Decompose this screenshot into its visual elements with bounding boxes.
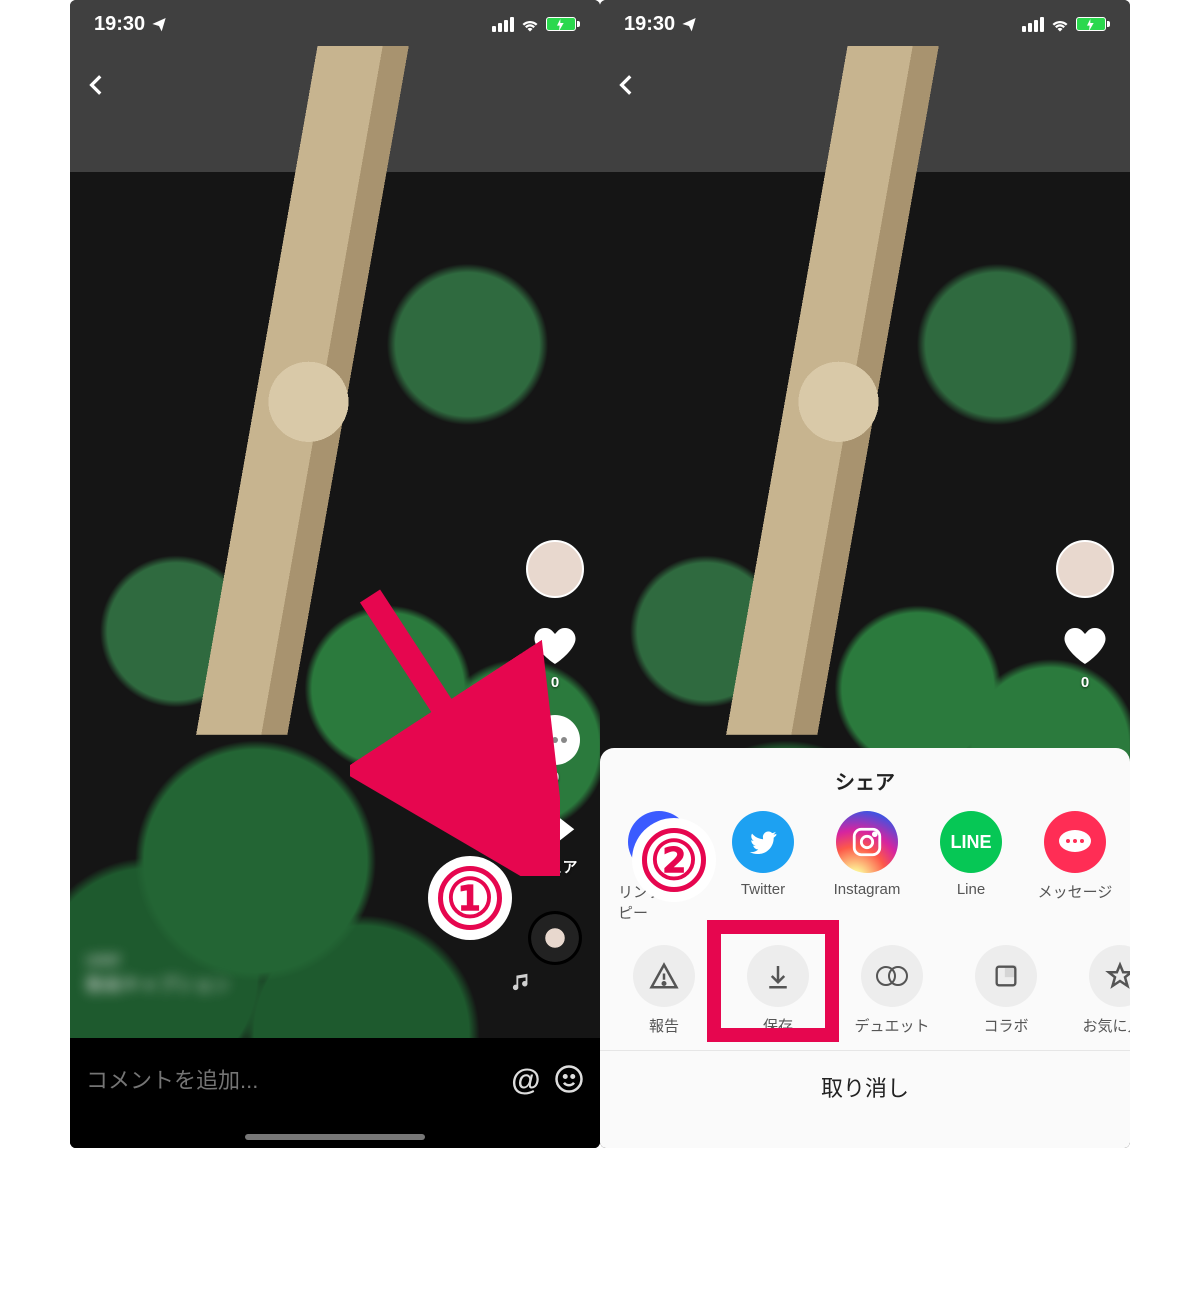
cellular-icon (492, 17, 514, 32)
status-bar: 19:30 (70, 0, 600, 48)
video-caption: user 動画キャプション (86, 946, 470, 998)
share-target-label: Instagram (834, 881, 901, 898)
share-sheet: シェア リンクをコピーTwitterInstagramLINELineメッセージ… (600, 748, 1130, 1148)
share-target-msg[interactable]: メッセージ (1034, 811, 1116, 923)
status-time: 19:30 (94, 13, 145, 36)
wifi-icon (520, 16, 540, 32)
share-action-report[interactable]: 報告 (618, 945, 710, 1036)
location-icon (681, 16, 697, 32)
screen-video-view: 19:30 0 0 シェア (70, 0, 600, 1148)
creator-avatar[interactable] (1056, 540, 1114, 598)
share-sheet-title: シェア (600, 748, 1130, 805)
wifi-icon (1050, 16, 1070, 32)
music-note-icon (510, 971, 532, 998)
share-action-favorite[interactable]: お気に入り (1074, 945, 1130, 1036)
like-button[interactable]: 0 (1061, 622, 1109, 691)
like-count: 0 (1081, 674, 1089, 691)
line-icon: LINE (940, 811, 1002, 873)
share-action-collab[interactable]: コラボ (960, 945, 1052, 1036)
instagram-icon (836, 811, 898, 873)
battery-charging-icon (1076, 17, 1106, 31)
share-action-label: 報告 (649, 1015, 679, 1036)
battery-charging-icon (546, 17, 576, 31)
status-bar: 19:30 (600, 0, 1130, 48)
share-actions-row: 報告保存デュエットコラボお気に入り (600, 927, 1130, 1040)
collab-icon (975, 945, 1037, 1007)
message-icon (1044, 811, 1106, 873)
emoji-button[interactable] (554, 1064, 584, 1099)
share-action-label: お気に入り (1082, 1015, 1130, 1036)
sound-disc[interactable] (528, 911, 582, 965)
share-target-label: Line (957, 881, 985, 898)
share-target-tw[interactable]: Twitter (722, 811, 804, 923)
action-rail: 0 (1050, 540, 1120, 691)
share-action-duet[interactable]: デュエット (846, 945, 938, 1036)
heart-icon (1061, 622, 1109, 670)
comment-input[interactable] (86, 1068, 497, 1094)
favorite-icon (1089, 945, 1130, 1007)
highlight-save (707, 920, 839, 1042)
screen-share-sheet: 19:30 0 シェア リンクをコピーTwitterInstagramLINEL… (600, 0, 1130, 1148)
share-action-label: コラボ (983, 1015, 1028, 1036)
status-time: 19:30 (624, 13, 675, 36)
callout-one: ① (428, 856, 512, 940)
back-button[interactable] (614, 72, 640, 103)
cancel-button[interactable]: 取り消し (600, 1050, 1130, 1133)
report-icon (633, 945, 695, 1007)
location-icon (151, 16, 167, 32)
share-target-label: メッセージ (1038, 881, 1113, 902)
home-indicator[interactable] (245, 1134, 425, 1140)
share-target-label: Twitter (741, 881, 785, 898)
annotation-arrow (350, 576, 560, 876)
share-target-ig[interactable]: Instagram (826, 811, 908, 923)
back-button[interactable] (84, 72, 110, 103)
callout-two: ② (632, 818, 716, 902)
mention-button[interactable]: @ (511, 1064, 540, 1098)
share-action-label: デュエット (854, 1015, 929, 1036)
cellular-icon (1022, 17, 1044, 32)
comment-bar: @ (70, 1038, 600, 1148)
duet-icon (861, 945, 923, 1007)
twitter-icon (732, 811, 794, 873)
share-target-ln[interactable]: LINE Line (930, 811, 1012, 923)
